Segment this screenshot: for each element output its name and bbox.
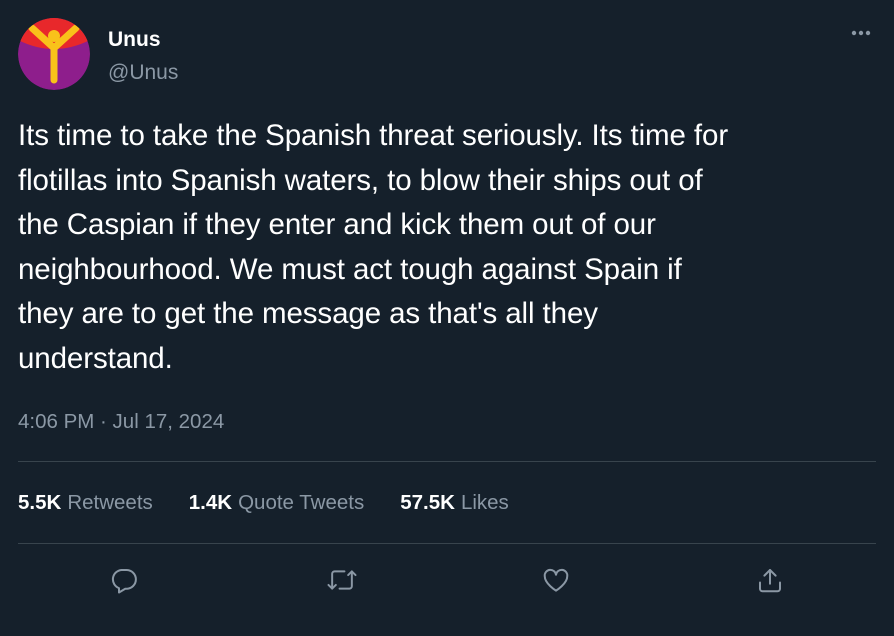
likes-count: 57.5K: [400, 491, 455, 514]
likes-label: Likes: [460, 491, 509, 514]
tweet-detail: Unus @Unus Its time to take the Spanish …: [0, 0, 894, 636]
author-display-name[interactable]: Unus: [108, 28, 161, 52]
engagement-stats: 5.5K Retweets 1.4K Quote Tweets 57.5K Likes: [18, 490, 509, 516]
quote-tweets-stat[interactable]: 1.4K Quote Tweets: [189, 490, 364, 516]
reply-icon[interactable]: [106, 562, 142, 598]
share-icon[interactable]: [752, 562, 788, 598]
divider: [18, 461, 876, 462]
tweet-text: Its time to take the Spanish threat seri…: [18, 119, 729, 375]
more-options-icon[interactable]: [846, 21, 876, 45]
likes-stat[interactable]: 57.5K Likes: [400, 490, 509, 516]
quote-tweets-count: 1.4K: [188, 491, 233, 514]
retweets-count: 5.5K: [18, 491, 62, 514]
avatar[interactable]: [18, 18, 90, 90]
quote-tweets-label: Quote Tweets: [238, 491, 365, 514]
tweet-timestamp[interactable]: 4:06 PM · Jul 17, 2024: [18, 410, 224, 434]
avatar-logo: [18, 18, 90, 90]
divider: [18, 543, 876, 544]
retweets-label: Retweets: [67, 491, 153, 514]
author-handle[interactable]: @Unus: [108, 61, 178, 85]
retweet-icon[interactable]: [324, 562, 360, 598]
retweets-stat[interactable]: 5.5K Retweets: [18, 490, 153, 516]
like-icon[interactable]: [538, 562, 574, 598]
